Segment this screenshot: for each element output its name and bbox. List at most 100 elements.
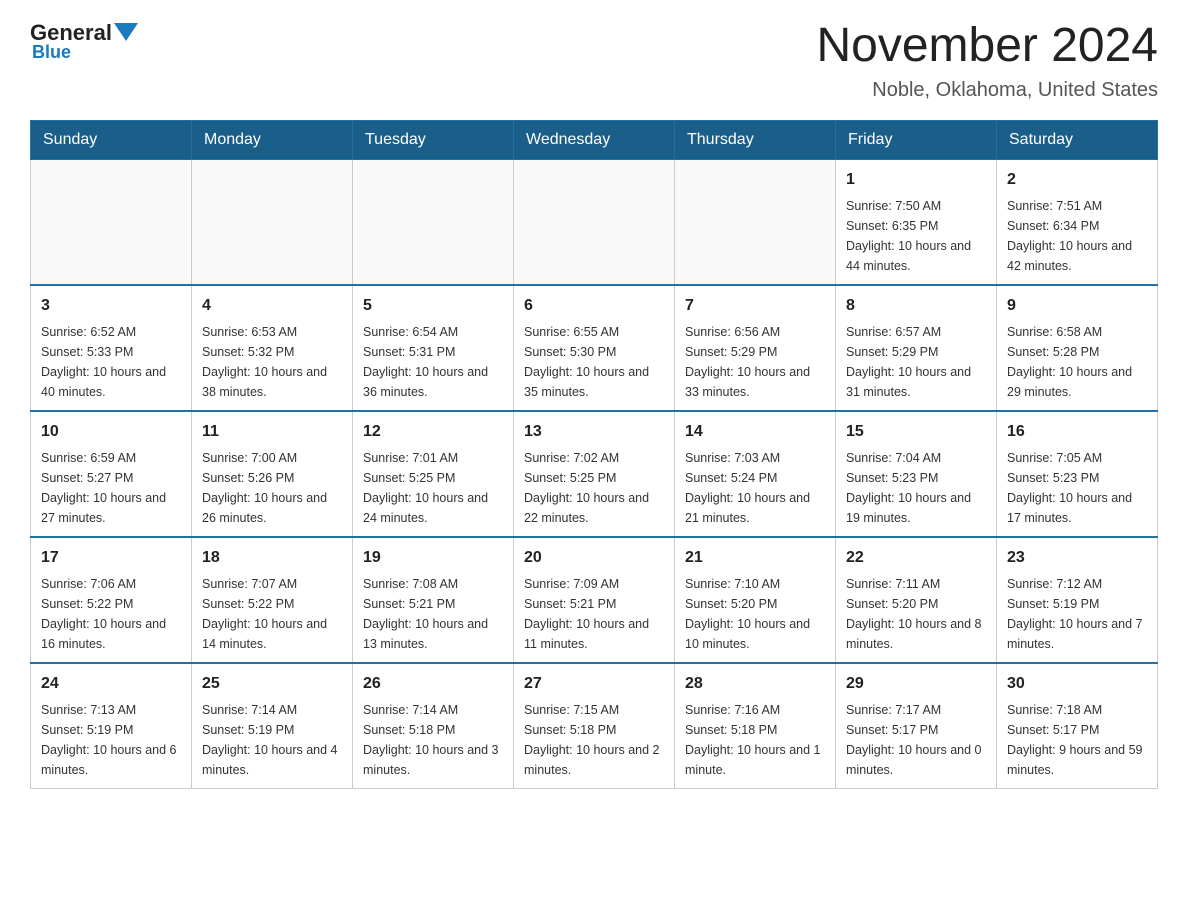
day-number: 2: [1007, 168, 1147, 192]
calendar-cell: 1Sunrise: 7:50 AM Sunset: 6:35 PM Daylig…: [836, 159, 997, 285]
calendar-week-2: 3Sunrise: 6:52 AM Sunset: 5:33 PM Daylig…: [31, 285, 1158, 411]
logo-area: General Blue: [30, 20, 140, 63]
day-number: 26: [363, 672, 503, 696]
day-info: Sunrise: 6:52 AM Sunset: 5:33 PM Dayligh…: [41, 322, 181, 402]
day-info: Sunrise: 7:01 AM Sunset: 5:25 PM Dayligh…: [363, 448, 503, 528]
calendar-cell: 21Sunrise: 7:10 AM Sunset: 5:20 PM Dayli…: [675, 537, 836, 663]
calendar-cell: 9 Sunrise: 6:58 AM Sunset: 5:28 PM Daylig…: [997, 285, 1158, 411]
day-info: Sunrise: 7:11 AM Sunset: 5:20 PM Dayligh…: [846, 574, 986, 654]
calendar-header-row: SundayMondayTuesdayWednesdayThursdayFrid…: [31, 120, 1158, 159]
calendar-cell: 5 Sunrise: 6:54 AM Sunset: 5:31 PM Daylig…: [353, 285, 514, 411]
day-info: Sunrise: 7:16 AM Sunset: 5:18 PM Dayligh…: [685, 700, 825, 780]
calendar-cell: 26 Sunrise: 7:14 AM Sunset: 5:18 PM Dayli…: [353, 663, 514, 789]
calendar-cell: 12 Sunrise: 7:01 AM Sunset: 5:25 PM Dayli…: [353, 411, 514, 537]
calendar-week-4: 17Sunrise: 7:06 AM Sunset: 5:22 PM Dayli…: [31, 537, 1158, 663]
calendar-cell: 22 Sunrise: 7:11 AM Sunset: 5:20 PM Dayli…: [836, 537, 997, 663]
day-info: Sunrise: 7:14 AM Sunset: 5:19 PM Dayligh…: [202, 700, 342, 780]
day-number: 28: [685, 672, 825, 696]
day-info: Sunrise: 7:03 AM Sunset: 5:24 PM Dayligh…: [685, 448, 825, 528]
calendar-header-tuesday: Tuesday: [353, 120, 514, 159]
day-info: Sunrise: 7:08 AM Sunset: 5:21 PM Dayligh…: [363, 574, 503, 654]
day-number: 13: [524, 420, 664, 444]
day-info: Sunrise: 7:17 AM Sunset: 5:17 PM Dayligh…: [846, 700, 986, 780]
calendar-header-saturday: Saturday: [997, 120, 1158, 159]
day-info: Sunrise: 6:55 AM Sunset: 5:30 PM Dayligh…: [524, 322, 664, 402]
calendar-cell: 30 Sunrise: 7:18 AM Sunset: 5:17 PM Dayli…: [997, 663, 1158, 789]
calendar-table: SundayMondayTuesdayWednesdayThursdayFrid…: [30, 120, 1158, 789]
day-info: Sunrise: 6:57 AM Sunset: 5:29 PM Dayligh…: [846, 322, 986, 402]
header: General Blue November 2024 Noble, Oklaho…: [30, 20, 1158, 102]
day-number: 16: [1007, 420, 1147, 444]
day-number: 7: [685, 294, 825, 318]
location-title: Noble, Oklahoma, United States: [816, 79, 1158, 102]
day-number: 6: [524, 294, 664, 318]
calendar-cell: 6 Sunrise: 6:55 AM Sunset: 5:30 PM Daylig…: [514, 285, 675, 411]
day-info: Sunrise: 7:13 AM Sunset: 5:19 PM Dayligh…: [41, 700, 181, 780]
calendar-cell: 13 Sunrise: 7:02 AM Sunset: 5:25 PM Dayli…: [514, 411, 675, 537]
calendar-cell: 19Sunrise: 7:08 AM Sunset: 5:21 PM Dayli…: [353, 537, 514, 663]
calendar-cell: 24 Sunrise: 7:13 AM Sunset: 5:19 PM Dayli…: [31, 663, 192, 789]
day-number: 25: [202, 672, 342, 696]
calendar-cell: 3Sunrise: 6:52 AM Sunset: 5:33 PM Daylig…: [31, 285, 192, 411]
day-info: Sunrise: 7:15 AM Sunset: 5:18 PM Dayligh…: [524, 700, 664, 780]
calendar-cell: [353, 159, 514, 285]
day-number: 12: [363, 420, 503, 444]
day-number: 14: [685, 420, 825, 444]
day-info: Sunrise: 7:12 AM Sunset: 5:19 PM Dayligh…: [1007, 574, 1147, 654]
calendar-cell: [675, 159, 836, 285]
calendar-cell: 15 Sunrise: 7:04 AM Sunset: 5:23 PM Dayli…: [836, 411, 997, 537]
day-number: 30: [1007, 672, 1147, 696]
day-info: Sunrise: 7:00 AM Sunset: 5:26 PM Dayligh…: [202, 448, 342, 528]
calendar-week-1: 1Sunrise: 7:50 AM Sunset: 6:35 PM Daylig…: [31, 159, 1158, 285]
calendar-cell: 27 Sunrise: 7:15 AM Sunset: 5:18 PM Dayli…: [514, 663, 675, 789]
calendar-cell: 2 Sunrise: 7:51 AM Sunset: 6:34 PM Daylig…: [997, 159, 1158, 285]
day-info: Sunrise: 6:56 AM Sunset: 5:29 PM Dayligh…: [685, 322, 825, 402]
logo-blue-text: Blue: [30, 42, 71, 63]
day-number: 8: [846, 294, 986, 318]
day-number: 17: [41, 546, 181, 570]
calendar-header-wednesday: Wednesday: [514, 120, 675, 159]
calendar-header-sunday: Sunday: [31, 120, 192, 159]
calendar-cell: 16Sunrise: 7:05 AM Sunset: 5:23 PM Dayli…: [997, 411, 1158, 537]
day-number: 15: [846, 420, 986, 444]
day-number: 5: [363, 294, 503, 318]
calendar-cell: 4Sunrise: 6:53 AM Sunset: 5:32 PM Daylig…: [192, 285, 353, 411]
calendar-cell: 23 Sunrise: 7:12 AM Sunset: 5:19 PM Dayli…: [997, 537, 1158, 663]
calendar-header-thursday: Thursday: [675, 120, 836, 159]
calendar-cell: 25 Sunrise: 7:14 AM Sunset: 5:19 PM Dayli…: [192, 663, 353, 789]
day-number: 11: [202, 420, 342, 444]
day-info: Sunrise: 7:07 AM Sunset: 5:22 PM Dayligh…: [202, 574, 342, 654]
day-number: 9: [1007, 294, 1147, 318]
calendar-cell: 14 Sunrise: 7:03 AM Sunset: 5:24 PM Dayli…: [675, 411, 836, 537]
calendar-cell: 11 Sunrise: 7:00 AM Sunset: 5:26 PM Dayli…: [192, 411, 353, 537]
day-number: 22: [846, 546, 986, 570]
day-info: Sunrise: 7:04 AM Sunset: 5:23 PM Dayligh…: [846, 448, 986, 528]
day-number: 27: [524, 672, 664, 696]
day-info: Sunrise: 7:51 AM Sunset: 6:34 PM Dayligh…: [1007, 196, 1147, 276]
calendar-cell: 10 Sunrise: 6:59 AM Sunset: 5:27 PM Dayli…: [31, 411, 192, 537]
logo-triangle-icon: [114, 23, 138, 41]
day-number: 10: [41, 420, 181, 444]
day-info: Sunrise: 6:54 AM Sunset: 5:31 PM Dayligh…: [363, 322, 503, 402]
title-area: November 2024 Noble, Oklahoma, United St…: [816, 20, 1158, 102]
calendar-cell: 18Sunrise: 7:07 AM Sunset: 5:22 PM Dayli…: [192, 537, 353, 663]
calendar-cell: 29Sunrise: 7:17 AM Sunset: 5:17 PM Dayli…: [836, 663, 997, 789]
day-number: 23: [1007, 546, 1147, 570]
calendar-cell: 28 Sunrise: 7:16 AM Sunset: 5:18 PM Dayli…: [675, 663, 836, 789]
month-title: November 2024: [816, 20, 1158, 73]
day-number: 4: [202, 294, 342, 318]
day-info: Sunrise: 7:14 AM Sunset: 5:18 PM Dayligh…: [363, 700, 503, 780]
calendar-week-3: 10 Sunrise: 6:59 AM Sunset: 5:27 PM Dayli…: [31, 411, 1158, 537]
day-info: Sunrise: 7:10 AM Sunset: 5:20 PM Dayligh…: [685, 574, 825, 654]
calendar-week-5: 24 Sunrise: 7:13 AM Sunset: 5:19 PM Dayli…: [31, 663, 1158, 789]
day-number: 1: [846, 168, 986, 192]
calendar-cell: 7 Sunrise: 6:56 AM Sunset: 5:29 PM Daylig…: [675, 285, 836, 411]
day-number: 24: [41, 672, 181, 696]
day-info: Sunrise: 6:59 AM Sunset: 5:27 PM Dayligh…: [41, 448, 181, 528]
day-number: 20: [524, 546, 664, 570]
day-info: Sunrise: 6:58 AM Sunset: 5:28 PM Dayligh…: [1007, 322, 1147, 402]
day-info: Sunrise: 7:02 AM Sunset: 5:25 PM Dayligh…: [524, 448, 664, 528]
calendar-header-monday: Monday: [192, 120, 353, 159]
day-info: Sunrise: 7:18 AM Sunset: 5:17 PM Dayligh…: [1007, 700, 1147, 780]
calendar-cell: 8 Sunrise: 6:57 AM Sunset: 5:29 PM Daylig…: [836, 285, 997, 411]
